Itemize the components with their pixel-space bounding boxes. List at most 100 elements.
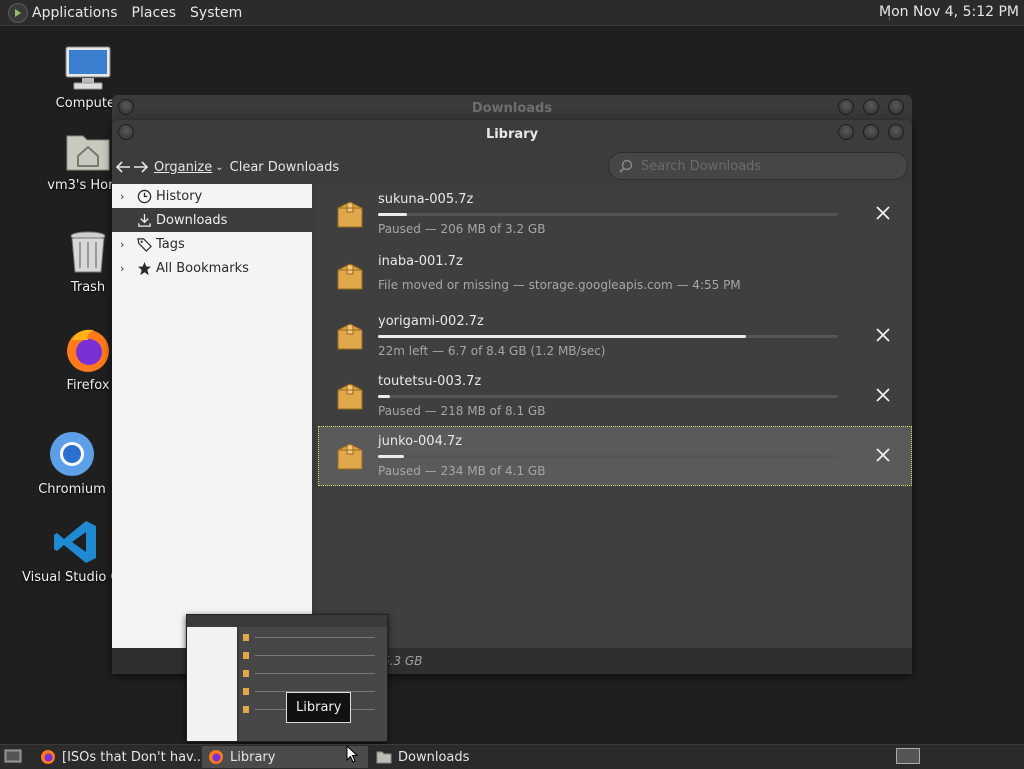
close-icon[interactable] <box>888 124 904 140</box>
clock[interactable]: Mon Nov 4, 5:12 PM <box>879 4 1019 20</box>
sidebar-item-tags[interactable]: › Tags <box>112 232 312 256</box>
library-window: Library Organize ⌄ Clear Downloads › His… <box>112 120 912 674</box>
library-toolbar: Organize ⌄ Clear Downloads <box>112 150 912 184</box>
library-sidebar: › History Downloads › Tags › All Bookmar… <box>112 184 312 648</box>
back-arrow-icon[interactable] <box>114 158 132 176</box>
taskbar-item-label: Library <box>230 749 276 765</box>
download-status: Paused — 234 MB of 4.1 GB <box>378 464 546 478</box>
download-icon <box>136 212 152 228</box>
mouse-cursor-icon <box>346 745 358 763</box>
cancel-download-icon[interactable] <box>876 448 892 464</box>
download-status: Paused — 218 MB of 8.1 GB <box>378 404 546 418</box>
progress-fill <box>378 455 405 458</box>
minimize-icon[interactable] <box>838 124 854 140</box>
download-progress-bar <box>378 455 838 458</box>
downloads-list[interactable]: sukuna-005.7z Paused — 206 MB of 3.2 GB in… <box>316 184 912 648</box>
download-filename: yorigami-002.7z <box>378 314 484 329</box>
sidebar-item-label: History <box>156 188 203 204</box>
progress-fill <box>378 335 746 338</box>
minimize-icon[interactable] <box>838 99 854 115</box>
package-icon <box>337 443 363 470</box>
organize-menu-button[interactable]: Organize <box>154 160 212 175</box>
taskbar-item-downloads[interactable]: Downloads <box>370 746 536 768</box>
bottom-taskbar: [ISOs that Don't hav... Library Download… <box>0 744 1024 769</box>
window-title: Downloads <box>471 101 553 116</box>
firefox-icon <box>64 326 112 374</box>
sidebar-item-label: All Bookmarks <box>156 260 249 276</box>
thumbnail-row <box>243 631 383 645</box>
firefox-icon <box>41 750 55 764</box>
firefox-icon <box>209 750 223 764</box>
cancel-download-icon[interactable] <box>876 388 892 404</box>
download-filename: inaba-001.7z <box>378 254 463 269</box>
download-row[interactable]: sukuna-005.7z Paused — 206 MB of 3.2 GB <box>318 184 912 244</box>
download-filename: junko-004.7z <box>378 434 463 449</box>
package-icon <box>337 383 363 410</box>
tag-icon <box>136 236 152 252</box>
computer-icon <box>64 44 112 92</box>
download-row[interactable]: toutetsu-003.7z Paused — 218 MB of 8.1 GB <box>318 366 912 426</box>
tooltip: Library <box>286 692 352 723</box>
forward-arrow-icon[interactable] <box>132 158 150 176</box>
download-status: File moved or missing — storage.googleap… <box>378 278 741 292</box>
search-icon <box>619 159 633 173</box>
clock-icon <box>136 188 152 204</box>
chevron-down-icon: ⌄ <box>215 161 224 173</box>
search-box[interactable] <box>608 152 908 180</box>
download-progress-bar <box>378 213 838 216</box>
cancel-download-icon[interactable] <box>876 328 892 344</box>
download-progress-bar <box>378 395 838 398</box>
package-icon <box>337 201 363 228</box>
sidebar-item-all-bookmarks[interactable]: › All Bookmarks <box>112 256 312 280</box>
vscode-icon <box>52 518 100 566</box>
progress-fill <box>378 395 391 398</box>
main-menu-logo-icon[interactable] <box>8 2 28 23</box>
expand-arrow-icon[interactable]: › <box>120 190 132 203</box>
status-text: 5.3 GB <box>382 654 423 668</box>
expand-arrow-icon[interactable]: › <box>120 238 132 251</box>
chromium-icon <box>48 430 96 478</box>
show-desktop-icon[interactable] <box>4 748 22 764</box>
top-panel: Applications Places System Mon Nov 4, 5:… <box>0 0 1024 26</box>
maximize-icon[interactable] <box>863 99 879 115</box>
download-status: Paused — 206 MB of 3.2 GB <box>378 222 546 236</box>
places-menu[interactable]: Places <box>132 5 177 21</box>
download-filename: sukuna-005.7z <box>378 192 474 207</box>
taskbar-item-label: Downloads <box>398 749 470 765</box>
star-icon <box>136 260 152 276</box>
folder-icon <box>376 751 392 764</box>
taskbar-item-library[interactable]: Library <box>202 746 368 768</box>
maximize-icon[interactable] <box>863 124 879 140</box>
package-icon <box>337 323 363 350</box>
download-filename: toutetsu-003.7z <box>378 374 482 389</box>
thumbnail-row <box>243 667 383 681</box>
thumbnail-content <box>239 627 387 741</box>
trash-icon <box>64 228 112 276</box>
clear-downloads-button[interactable]: Clear Downloads <box>230 160 340 175</box>
sidebar-item-label: Downloads <box>156 212 228 228</box>
search-input[interactable] <box>639 157 893 175</box>
expand-arrow-icon[interactable]: › <box>120 262 132 275</box>
taskbar-item-label: [ISOs that Don't hav... <box>62 749 200 765</box>
download-progress-bar <box>378 335 838 338</box>
download-row[interactable]: inaba-001.7z File moved or missing — stor… <box>318 246 912 306</box>
sidebar-item-history[interactable]: › History <box>112 184 312 208</box>
window-title: Library <box>485 127 539 142</box>
download-status: 22m left — 6.7 of 8.4 GB (1.2 MB/sec) <box>378 344 606 358</box>
cancel-download-icon[interactable] <box>876 206 892 222</box>
sidebar-item-downloads[interactable]: Downloads <box>112 208 312 232</box>
download-row[interactable]: yorigami-002.7z 22m left — 6.7 of 8.4 GB … <box>318 306 912 366</box>
download-row[interactable]: junko-004.7z Paused — 234 MB of 4.1 GB <box>318 426 912 486</box>
thumbnail-row <box>243 649 383 663</box>
desktop-icon-label: Chromium <box>38 482 106 497</box>
system-menu[interactable]: System <box>190 5 242 21</box>
progress-fill <box>378 213 408 216</box>
close-icon[interactable] <box>888 99 904 115</box>
applications-menu[interactable]: Applications <box>32 5 118 21</box>
workspace-switcher[interactable] <box>896 748 920 764</box>
sidebar-item-label: Tags <box>156 236 185 252</box>
taskbar-item-isos[interactable]: [ISOs that Don't hav... <box>34 746 200 768</box>
home-folder-icon <box>64 126 112 174</box>
desktop-icon-chromium[interactable]: Chromium <box>22 430 122 497</box>
package-icon <box>337 263 363 290</box>
